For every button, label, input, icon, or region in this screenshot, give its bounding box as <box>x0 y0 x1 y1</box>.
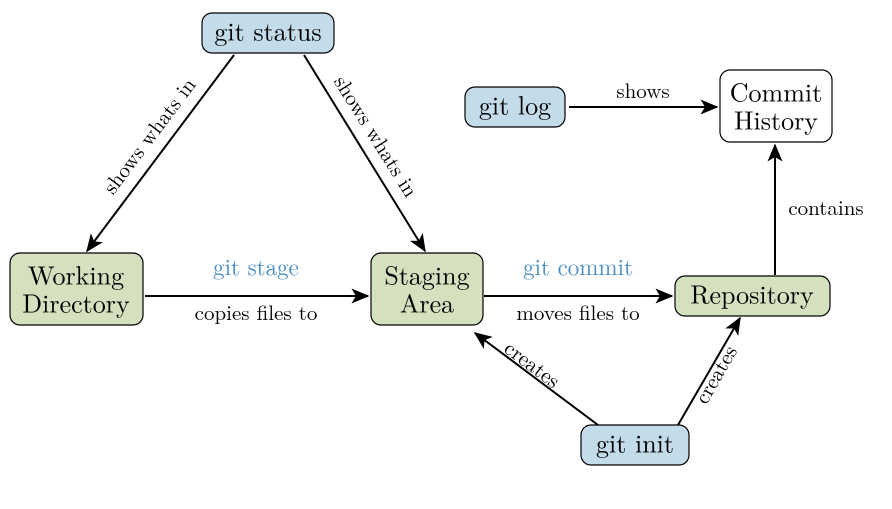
node-label-repo: Repository <box>690 275 814 312</box>
edge-status-to-wd: shows whats in <box>87 55 234 251</box>
node-commit-history: Commit History <box>720 70 832 142</box>
edge-label-sa-to-repo: moves files to <box>516 297 639 327</box>
edge-label-init-to-repo: creates <box>686 339 744 409</box>
edge-label-init-to-sa: creates <box>499 333 567 395</box>
node-label-sa-2: Area <box>400 284 454 321</box>
edge-label-log-to-ch: shows <box>616 75 669 105</box>
edge-cmd-wd-to-sa: git stage <box>213 249 299 282</box>
node-git-status: git status <box>202 12 334 53</box>
node-git-log: git log <box>465 86 565 127</box>
edge-label-status-to-sa: shows whats in <box>327 69 426 203</box>
node-label-git-log: git log <box>479 86 551 123</box>
edge-label-wd-to-sa: copies files to <box>195 297 318 327</box>
node-git-init: git init <box>581 424 689 465</box>
node-staging-area: Staging Area <box>371 253 483 325</box>
edge-sa-to-repo: git commit moves files to <box>484 249 672 327</box>
edge-init-to-repo: creates <box>678 318 744 425</box>
edge-label-repo-to-ch: contains <box>788 192 863 222</box>
edge-log-to-ch: shows <box>569 75 717 107</box>
edge-repo-to-ch: contains <box>775 145 864 275</box>
edge-status-to-sa: shows whats in <box>304 55 426 251</box>
edge-cmd-sa-to-repo: git commit <box>523 249 633 282</box>
node-label-git-init: git init <box>596 424 674 461</box>
node-working-directory: Working Directory <box>10 253 143 325</box>
edge-init-to-sa: creates <box>475 333 598 425</box>
edge-wd-to-sa: git stage copies files to <box>145 249 368 327</box>
node-label-wd-2: Directory <box>22 284 130 321</box>
node-repository: Repository <box>675 275 830 316</box>
node-label-git-status: git status <box>214 12 321 49</box>
edge-label-status-to-wd: shows whats in <box>95 71 203 200</box>
node-label-ch-2: History <box>734 101 818 138</box>
